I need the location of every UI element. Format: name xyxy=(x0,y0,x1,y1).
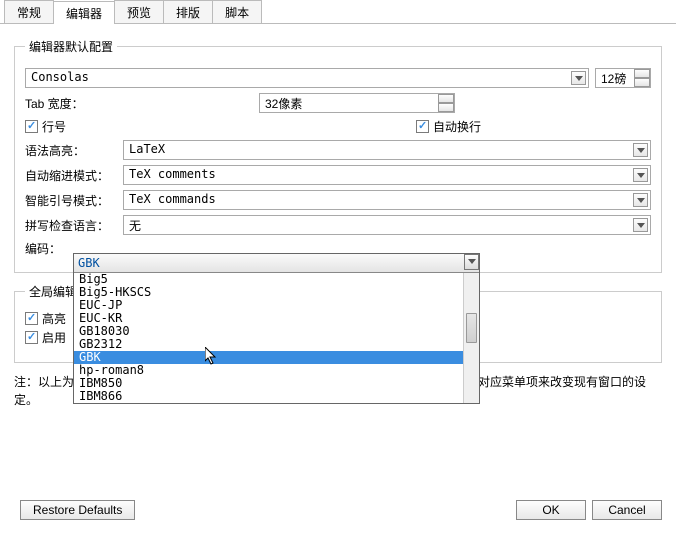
ok-button[interactable]: OK xyxy=(516,500,586,520)
encoding-option[interactable]: EUC-KR xyxy=(74,312,463,325)
syntax-label: 语法高亮： xyxy=(25,142,117,159)
highlight-line-checkbox[interactable]: 高亮 xyxy=(25,310,66,327)
dropdown-arrow-icon xyxy=(633,218,648,232)
scrollbar-thumb[interactable] xyxy=(466,313,477,343)
encoding-option[interactable]: EUC-JP xyxy=(74,299,463,312)
wrap-label: 自动换行 xyxy=(433,118,481,135)
restore-defaults-button[interactable]: Restore Defaults xyxy=(20,500,135,520)
tab-width-input[interactable] xyxy=(259,93,455,113)
autoindent-select[interactable]: TeX comments xyxy=(123,165,651,185)
wrap-checkbox[interactable]: 自动换行 xyxy=(416,118,481,135)
encoding-option[interactable]: hp-roman8 xyxy=(74,364,463,377)
spellcheck-select[interactable]: 无 xyxy=(123,215,651,235)
autoindent-label: 自动缩进模式： xyxy=(25,167,117,184)
tab-script[interactable]: 脚本 xyxy=(212,0,262,23)
autoindent-value: TeX comments xyxy=(129,167,216,181)
encoding-option[interactable]: IBM850 xyxy=(74,377,463,390)
encoding-dropdown-header-value: GBK xyxy=(78,256,100,270)
smartquotes-label: 智能引号模式： xyxy=(25,192,117,209)
tab-typesetting[interactable]: 排版 xyxy=(163,0,213,23)
syntax-value: LaTeX xyxy=(129,142,165,156)
highlight-line-label: 高亮 xyxy=(42,310,66,327)
button-bar: Restore Defaults OK Cancel xyxy=(14,500,662,520)
enable-autocomplete-input[interactable] xyxy=(25,331,38,344)
wrap-input[interactable] xyxy=(416,120,429,133)
encoding-option[interactable]: GB18030 xyxy=(74,325,463,338)
dropdown-arrow-icon xyxy=(633,143,648,157)
tab-editor[interactable]: 编辑器 xyxy=(53,1,115,24)
encoding-dropdown-header[interactable]: GBK xyxy=(74,254,479,273)
enable-autocomplete-checkbox[interactable]: 启用 xyxy=(25,329,66,346)
fieldset-editor-defaults: 编辑器默认配置 Consolas Tab 宽度： xyxy=(14,38,662,273)
dropdown-scrollbar[interactable] xyxy=(463,273,479,403)
dropdown-arrow-icon xyxy=(633,168,648,182)
font-select[interactable]: Consolas xyxy=(25,68,589,88)
cancel-button[interactable]: Cancel xyxy=(592,500,662,520)
font-size-spinner[interactable] xyxy=(595,68,651,88)
enable-autocomplete-label: 启用 xyxy=(42,329,66,346)
encoding-option[interactable]: Big5-HKSCS xyxy=(74,286,463,299)
smartquotes-value: TeX commands xyxy=(129,192,216,206)
tab-general[interactable]: 常规 xyxy=(4,0,54,23)
font-select-value: Consolas xyxy=(31,70,89,84)
legend-editor-defaults: 编辑器默认配置 xyxy=(25,38,117,55)
spellcheck-value: 无 xyxy=(129,219,141,233)
spinner-buttons[interactable] xyxy=(634,69,650,87)
spellcheck-label: 拼写检查语言： xyxy=(25,217,117,234)
encoding-label: 编码： xyxy=(25,240,73,257)
encoding-option-list: Big5 Big5-HKSCS EUC-JP EUC-KR GB18030 GB… xyxy=(74,273,479,403)
tab-width-label: Tab 宽度： xyxy=(25,95,117,112)
smartquotes-select[interactable]: TeX commands xyxy=(123,190,651,210)
line-numbers-label: 行号 xyxy=(42,118,66,135)
dropdown-arrow-icon xyxy=(633,193,648,207)
highlight-line-input[interactable] xyxy=(25,312,38,325)
line-numbers-checkbox[interactable]: 行号 xyxy=(25,118,66,135)
line-numbers-input[interactable] xyxy=(25,120,38,133)
syntax-select[interactable]: LaTeX xyxy=(123,140,651,160)
tab-bar: 常规 编辑器 预览 排版 脚本 xyxy=(0,0,676,24)
dropdown-arrow-icon xyxy=(464,254,479,270)
tab-width-spinner[interactable] xyxy=(259,93,455,113)
encoding-dropdown[interactable]: GBK Big5 Big5-HKSCS EUC-JP EUC-KR GB1803… xyxy=(73,253,480,404)
tab-preview[interactable]: 预览 xyxy=(114,0,164,23)
encoding-option[interactable]: GB2312 xyxy=(74,338,463,351)
dropdown-arrow-icon xyxy=(571,71,586,85)
spinner-buttons[interactable] xyxy=(438,94,454,112)
encoding-option[interactable]: IBM866 xyxy=(74,390,463,403)
